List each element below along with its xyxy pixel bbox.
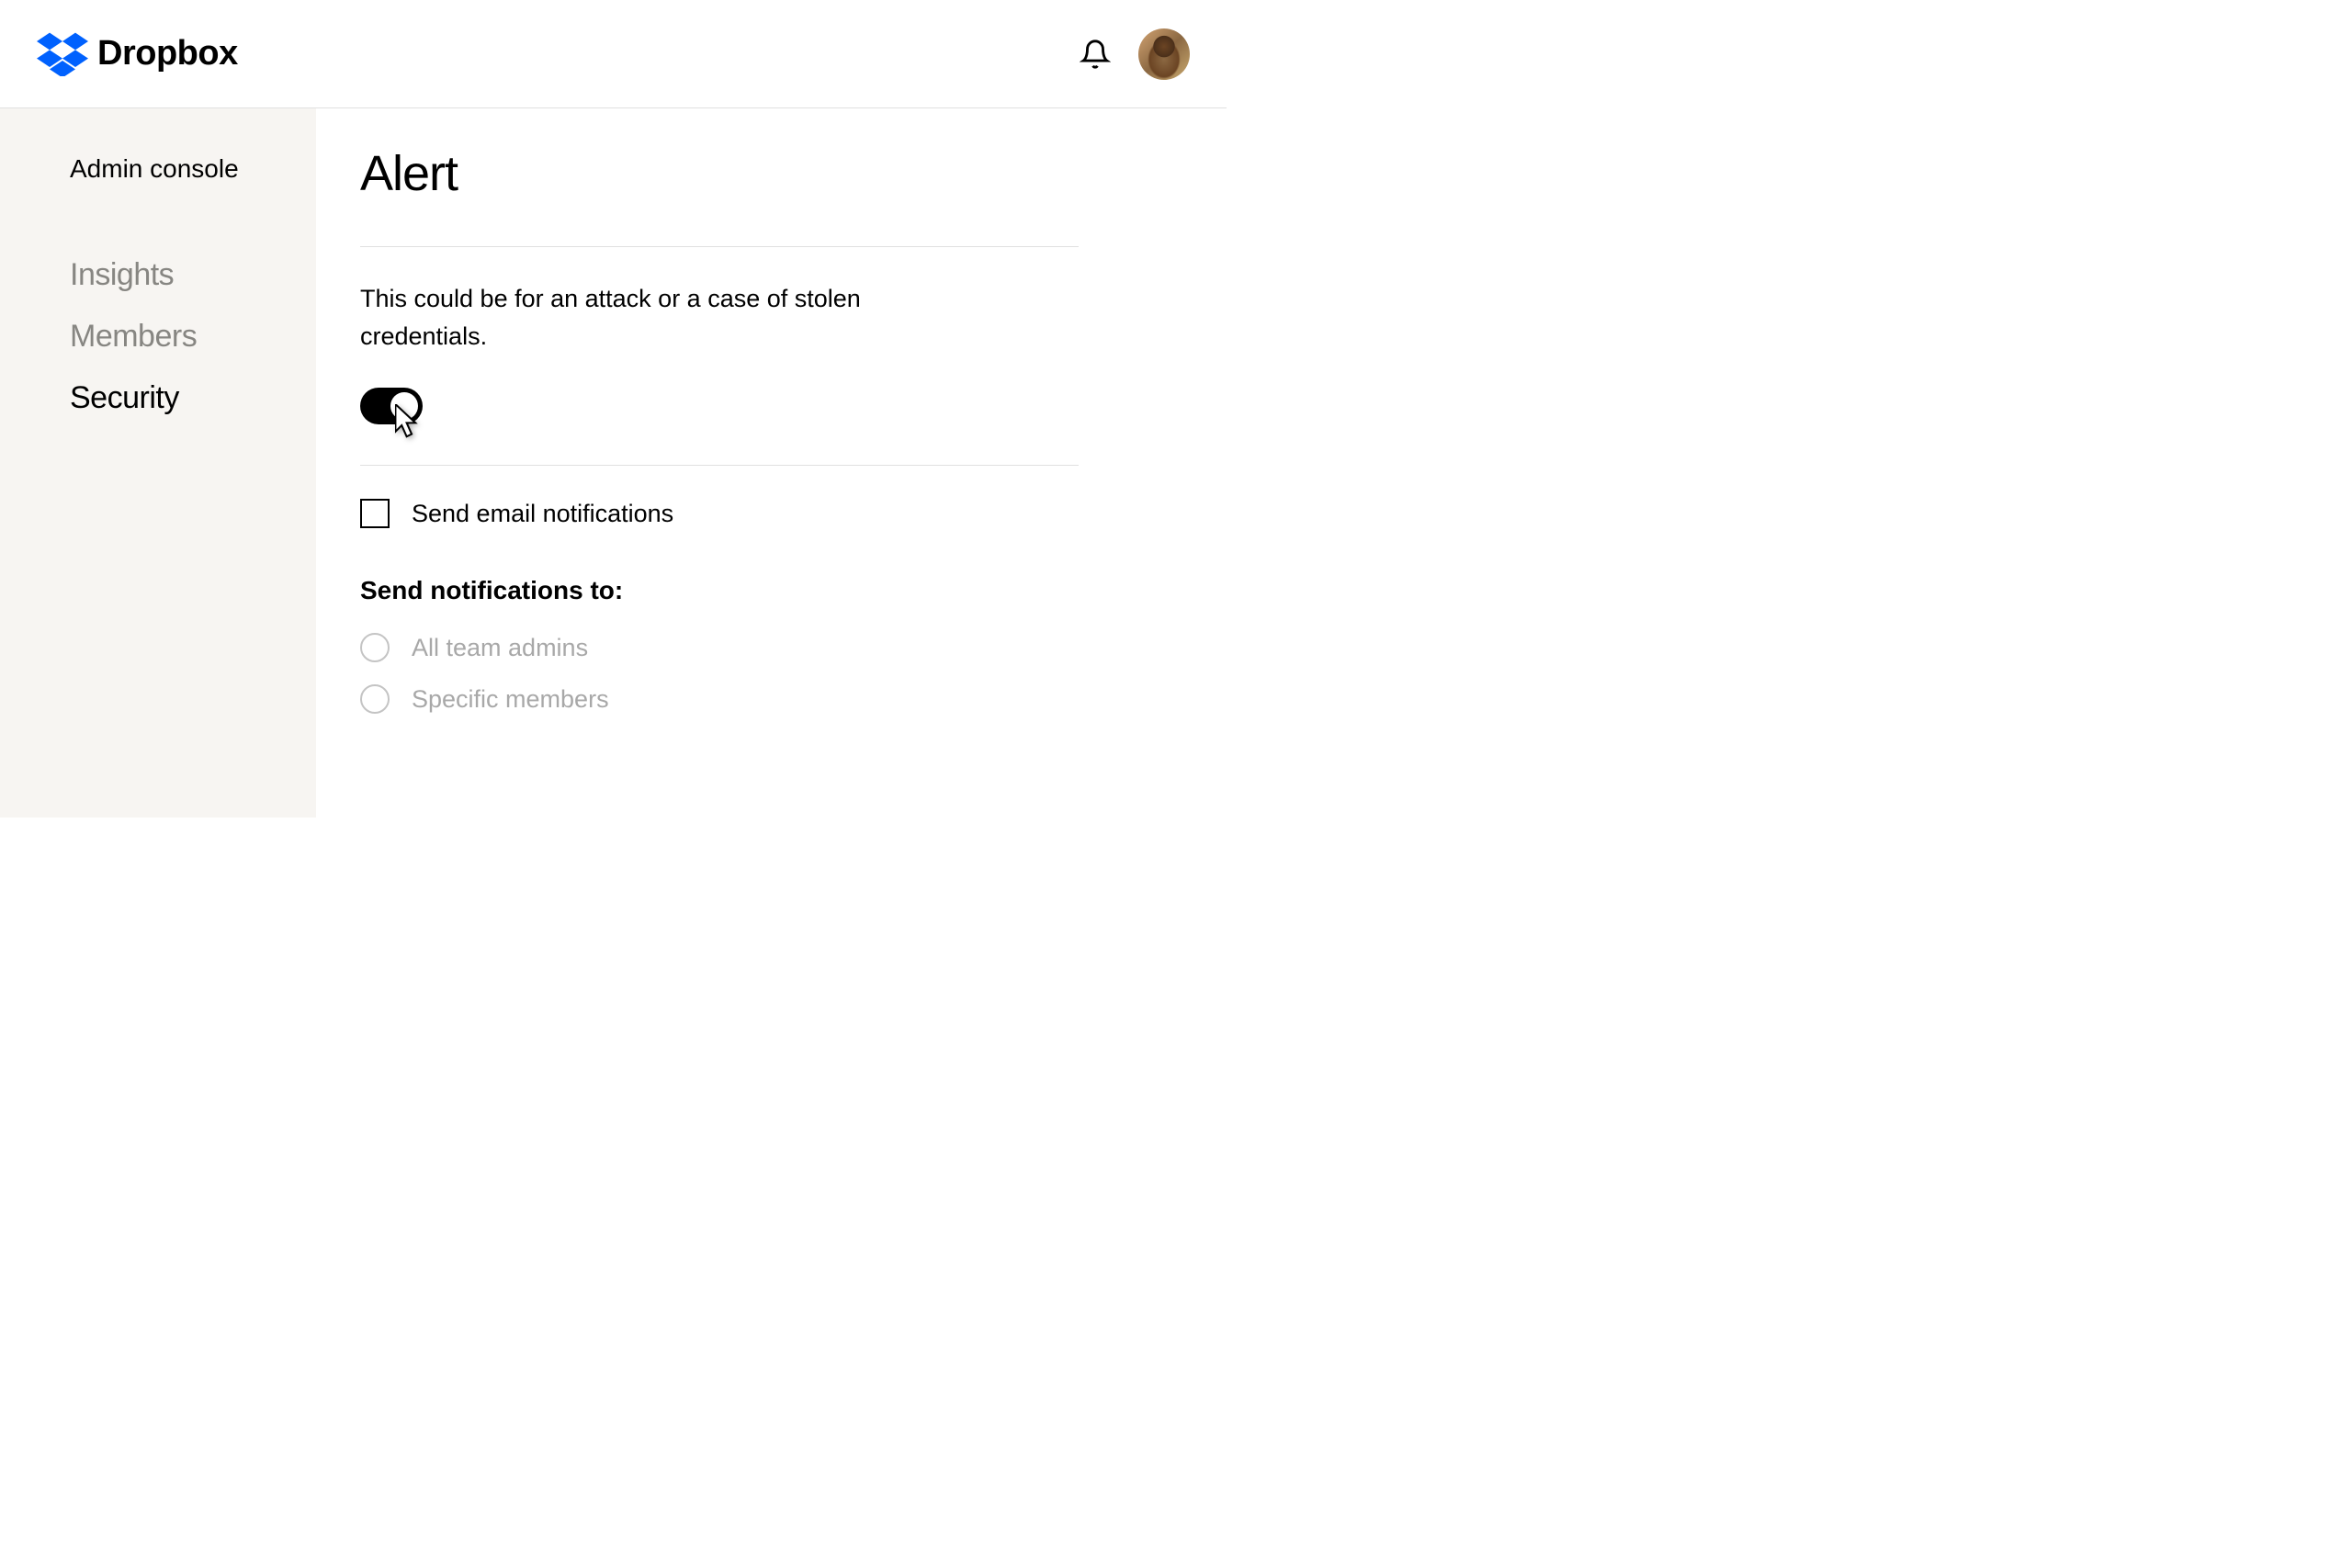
dropbox-icon — [37, 32, 88, 76]
notifications-icon[interactable] — [1080, 39, 1111, 70]
avatar[interactable] — [1138, 28, 1190, 80]
radio-row-specific-members: Specific members — [360, 684, 1182, 714]
radio-row-all-admins: All team admins — [360, 633, 1182, 662]
radio-all-admins[interactable] — [360, 633, 390, 662]
sidebar-item-security[interactable]: Security — [70, 380, 316, 416]
sidebar-item-members[interactable]: Members — [70, 319, 316, 355]
radio-specific-members[interactable] — [360, 684, 390, 714]
page-title: Alert — [360, 145, 1182, 202]
cursor-icon — [395, 404, 421, 439]
radio-label-specific-members: Specific members — [412, 685, 609, 714]
sidebar-item-insights[interactable]: Insights — [70, 257, 316, 293]
radio-label-all-admins: All team admins — [412, 634, 588, 662]
toggle-wrapper — [360, 388, 423, 424]
brand-name: Dropbox — [97, 34, 238, 73]
content-wrapper: Admin console Insights Members Security … — [0, 108, 1227, 818]
header-actions — [1080, 28, 1190, 80]
email-notifications-checkbox[interactable] — [360, 499, 390, 528]
main-content: Alert This could be for an attack or a c… — [316, 108, 1227, 818]
divider — [360, 246, 1079, 247]
alert-description: This could be for an attack or a case of… — [360, 280, 875, 355]
email-notifications-row: Send email notifications — [360, 499, 1182, 528]
email-notifications-label: Send email notifications — [412, 500, 673, 528]
sidebar-title: Admin console — [70, 154, 316, 184]
sidebar: Admin console Insights Members Security — [0, 108, 316, 818]
header: Dropbox — [0, 0, 1227, 108]
logo-section: Dropbox — [37, 32, 238, 76]
notifications-heading: Send notifications to: — [360, 576, 1182, 605]
divider — [360, 465, 1079, 466]
